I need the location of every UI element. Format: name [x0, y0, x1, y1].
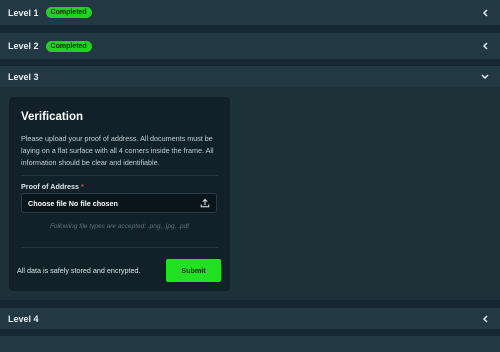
- level-3-header[interactable]: Level 3: [0, 66, 500, 87]
- submit-button[interactable]: Submit: [166, 259, 221, 282]
- completed-badge: Completed: [45, 7, 92, 18]
- divider: [0, 25, 500, 33]
- divider: [21, 247, 218, 248]
- level-4-label: Level 4: [8, 313, 39, 324]
- proof-of-address-label: Proof of Address *: [21, 182, 84, 191]
- level-5-header-partial: [0, 336, 500, 352]
- file-input-text: Choose file No file chosen: [28, 198, 118, 208]
- level-1-header[interactable]: Level 1 Completed: [0, 0, 500, 25]
- chevron-left-icon[interactable]: [480, 8, 490, 18]
- verification-card: Verification Please upload your proof of…: [9, 97, 230, 291]
- level-4-header[interactable]: Level 4: [0, 308, 500, 329]
- level-3-label: Level 3: [8, 71, 39, 82]
- divider: [0, 329, 500, 336]
- level-1-label: Level 1: [8, 7, 39, 18]
- card-description: Please upload your proof of address. All…: [21, 134, 214, 167]
- divider: [21, 175, 218, 176]
- required-mark: *: [81, 182, 84, 191]
- divider: [0, 300, 500, 308]
- level-2-header[interactable]: Level 2 Completed: [0, 33, 500, 59]
- field-label-text: Proof of Address: [21, 182, 80, 191]
- level-2-label: Level 2: [8, 41, 39, 51]
- file-types-hint: Following file types are accepted: .png,…: [49, 223, 190, 230]
- chevron-left-icon[interactable]: [480, 41, 490, 51]
- upload-icon[interactable]: [200, 198, 210, 210]
- card-title: Verification: [21, 111, 83, 123]
- chevron-down-icon[interactable]: [480, 72, 490, 82]
- security-note: All data is safely stored and encrypted.: [17, 266, 141, 275]
- divider: [0, 59, 500, 66]
- file-input[interactable]: Choose file No file chosen: [21, 193, 217, 213]
- chevron-left-icon[interactable]: [480, 314, 490, 324]
- completed-badge: Completed: [45, 40, 92, 52]
